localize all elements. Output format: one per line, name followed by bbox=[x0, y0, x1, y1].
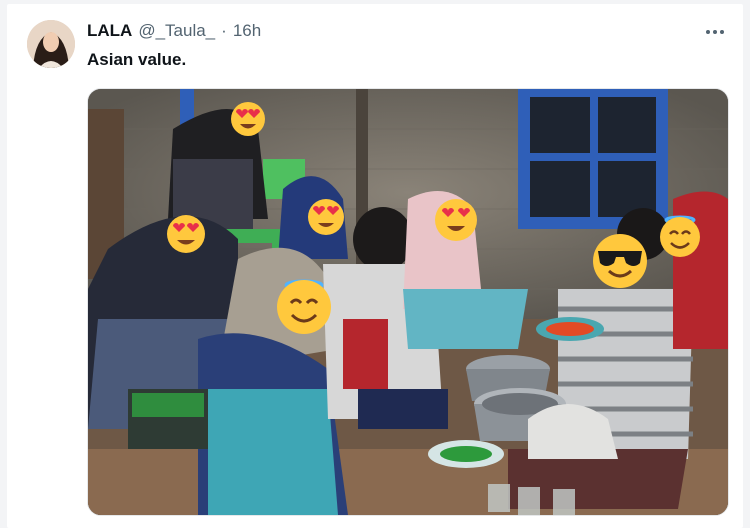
tweet-media-photo[interactable] bbox=[87, 88, 729, 516]
more-options-button[interactable] bbox=[701, 22, 729, 42]
tweet-header: LALA @_Taula_ · 16h bbox=[87, 21, 703, 45]
tweet-text: Asian value. bbox=[87, 50, 187, 69]
profile-photo bbox=[27, 20, 75, 68]
heart-eyes-emoji bbox=[167, 215, 205, 253]
blue-window bbox=[518, 89, 668, 229]
heart-eyes-emoji bbox=[308, 199, 344, 235]
more-horizontal-icon bbox=[706, 30, 724, 34]
display-name[interactable]: LALA bbox=[87, 21, 132, 41]
timestamp[interactable]: 16h bbox=[233, 21, 261, 41]
sunglasses-emoji bbox=[593, 234, 647, 288]
user-handle[interactable]: @_Taula_ bbox=[138, 21, 215, 41]
separator-dot: · bbox=[221, 21, 227, 40]
avatar[interactable] bbox=[27, 20, 75, 68]
heart-eyes-emoji bbox=[435, 199, 477, 241]
photo-scene bbox=[88, 89, 728, 515]
heart-eyes-emoji bbox=[231, 102, 265, 136]
person-red-hijab bbox=[673, 191, 728, 349]
tweet-card[interactable]: LALA @_Taula_ · 16h Asian value. bbox=[7, 4, 743, 528]
halo-smile-emoji bbox=[277, 279, 331, 334]
halo-smile-emoji bbox=[660, 215, 700, 257]
